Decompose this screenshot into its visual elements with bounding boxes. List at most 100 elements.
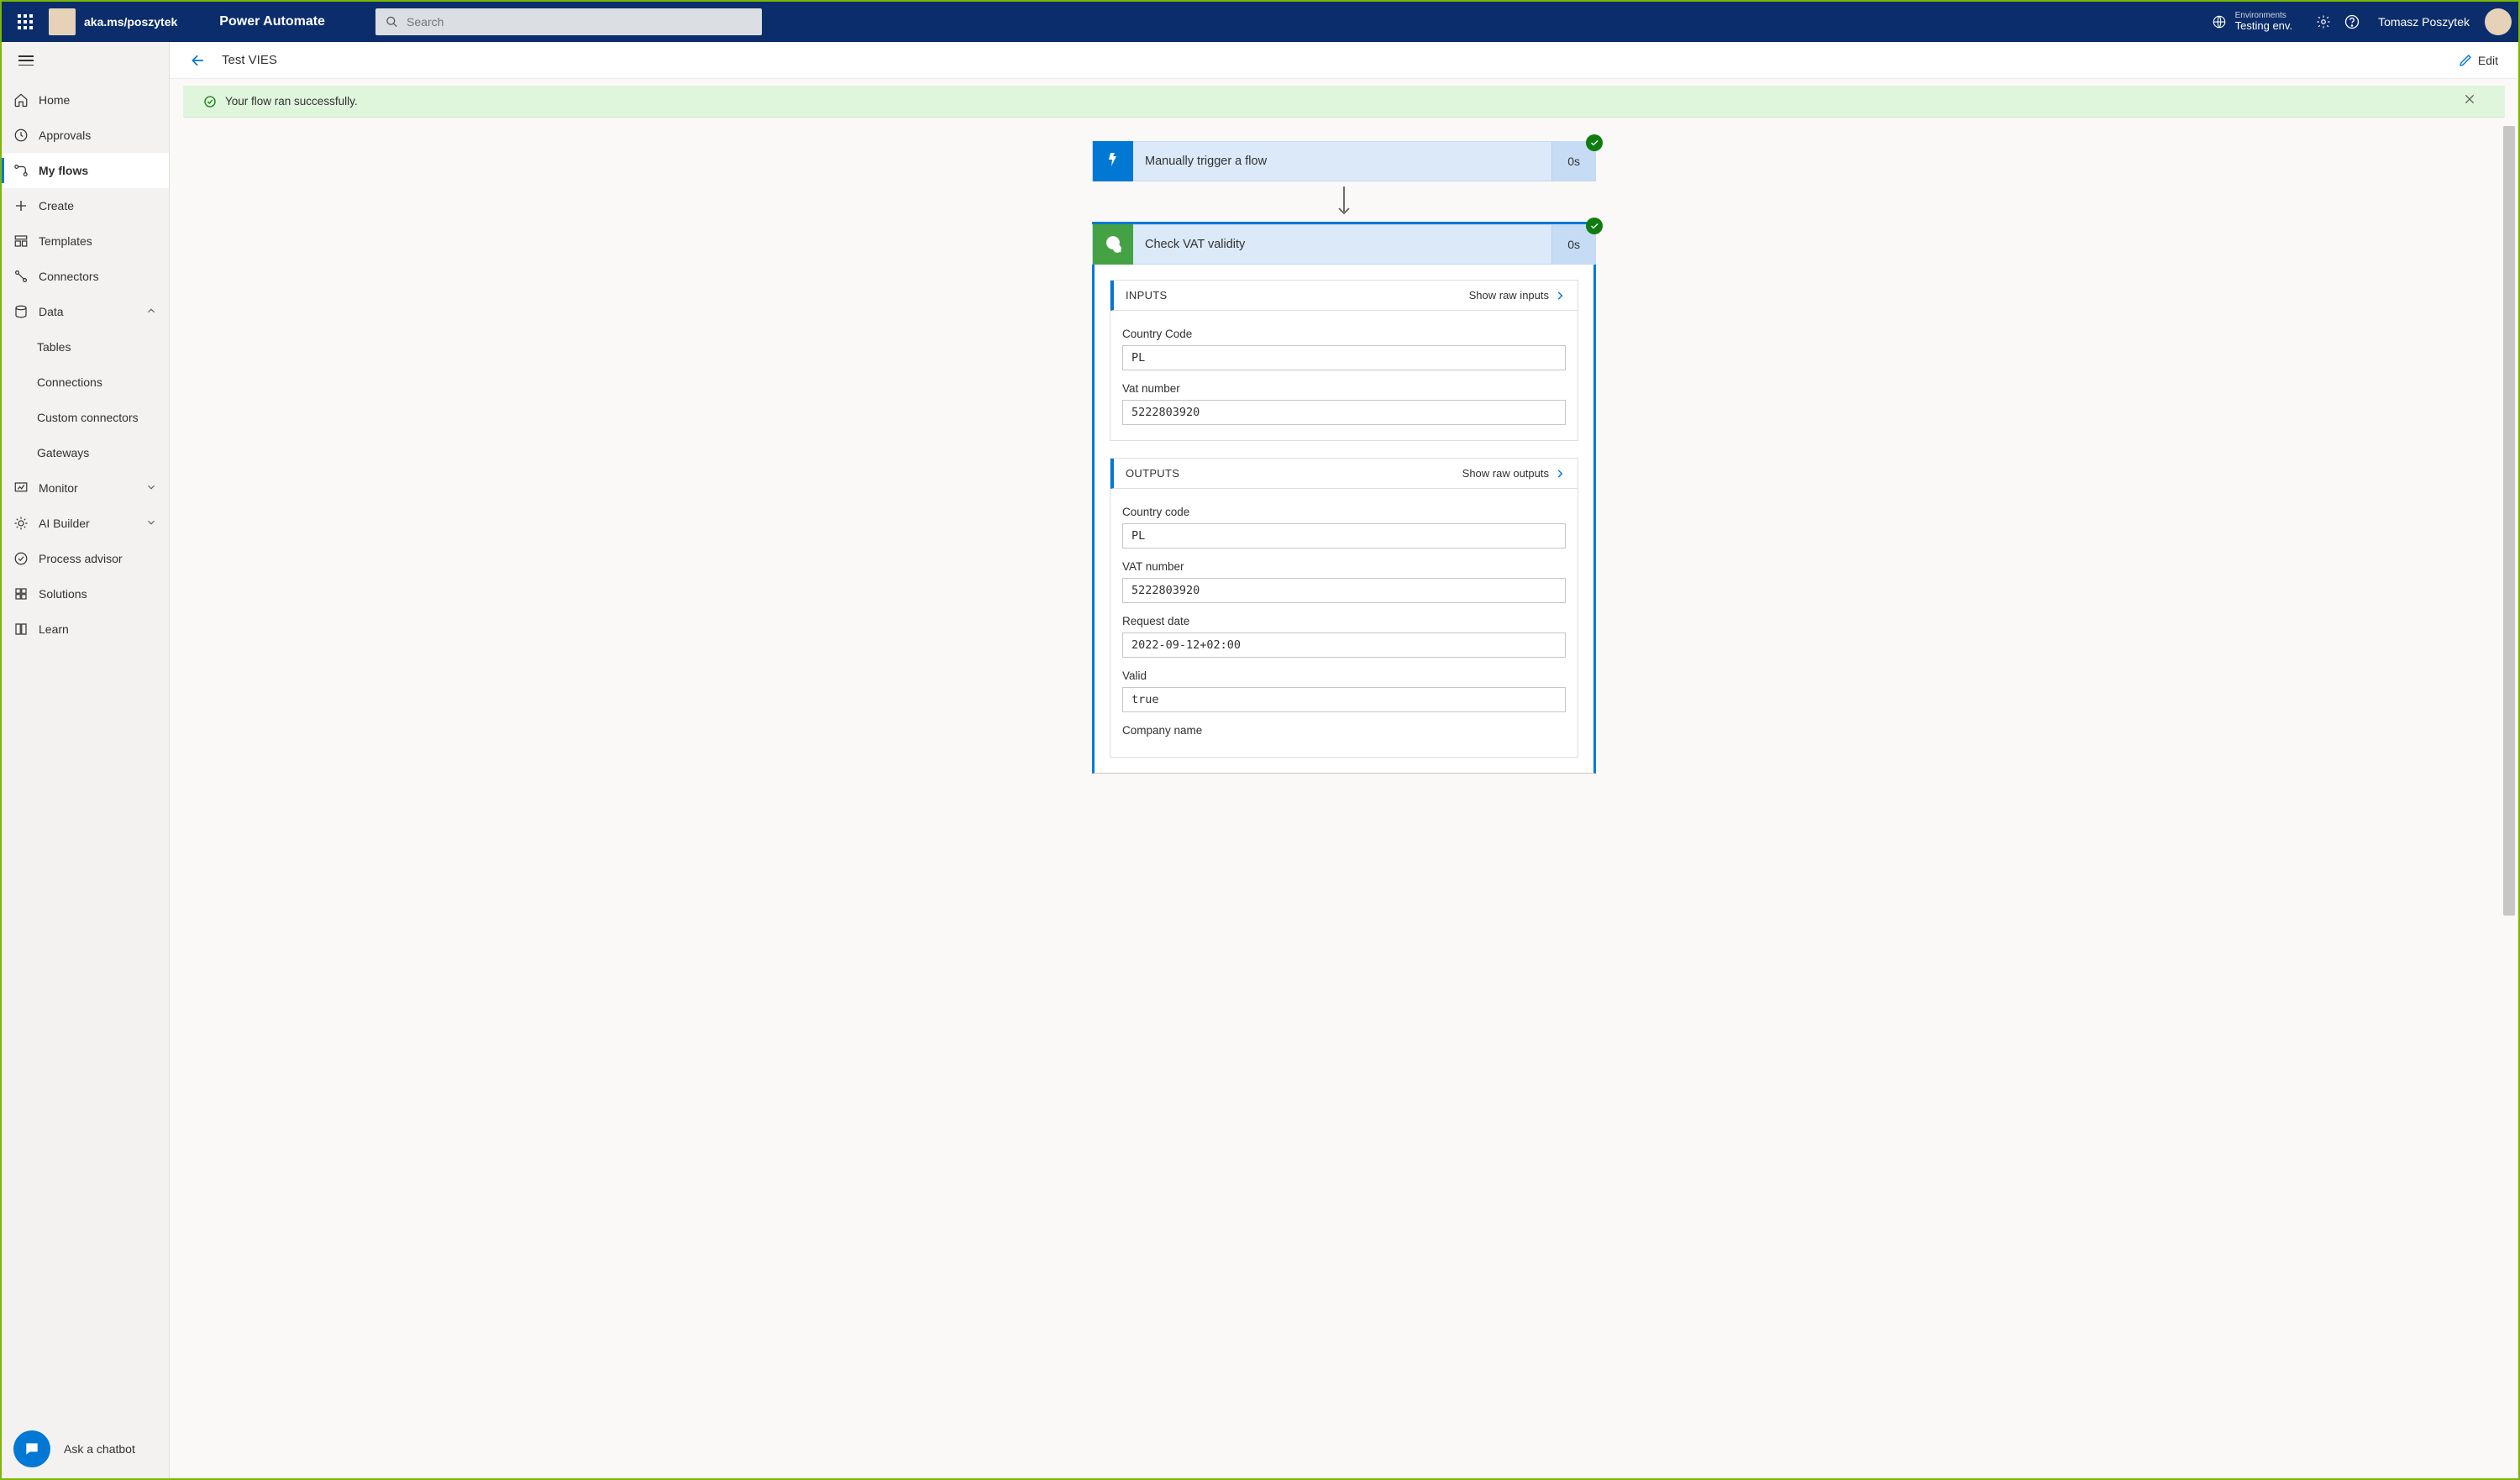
- settings-button[interactable]: [2309, 8, 2338, 36]
- sidebar-item-label: Process advisor: [39, 552, 123, 565]
- flows-icon: [13, 163, 29, 178]
- page-title: Test VIES: [222, 53, 277, 67]
- page-header: Test VIES Edit: [170, 42, 2518, 79]
- banner-text: Your flow ran successfully.: [225, 95, 358, 108]
- sidebar-item-solutions[interactable]: Solutions: [2, 576, 169, 611]
- plus-icon: [13, 198, 29, 213]
- field-value: 5222803920: [1122, 400, 1566, 425]
- outputs-section: OUTPUTS Show raw outputs Country code PL…: [1110, 458, 1578, 758]
- close-icon: [2463, 92, 2476, 106]
- sidebar-item-templates[interactable]: Templates: [2, 223, 169, 259]
- inputs-section: INPUTS Show raw inputs Country Code PL V…: [1110, 280, 1578, 441]
- templates-icon: [13, 234, 29, 249]
- sidebar-item-label: Approvals: [39, 129, 91, 142]
- sidebar-item-create[interactable]: Create: [2, 188, 169, 223]
- sidebar-item-label: Create: [39, 199, 74, 213]
- sidebar-item-label: Solutions: [39, 587, 87, 601]
- sidebar-item-gateways[interactable]: Gateways: [2, 435, 169, 470]
- field-value: true: [1122, 687, 1566, 712]
- search-icon: [386, 15, 398, 29]
- sidebar-item-data[interactable]: Data: [2, 294, 169, 329]
- sidebar-item-connectors[interactable]: Connectors: [2, 259, 169, 294]
- sidebar-item-ai-builder[interactable]: AI Builder: [2, 506, 169, 541]
- sidebar-item-process-advisor[interactable]: Process advisor: [2, 541, 169, 576]
- raw-outputs-text: Show raw outputs: [1462, 467, 1549, 480]
- success-icon: [203, 95, 217, 108]
- sidebar-item-label: Tables: [37, 340, 71, 354]
- chat-icon: [24, 1441, 40, 1457]
- sidebar-item-label: My flows: [39, 164, 88, 177]
- user-name[interactable]: Tomasz Poszytek: [2378, 15, 2470, 29]
- field-value: 2022-09-12+02:00: [1122, 632, 1566, 658]
- show-raw-inputs-button[interactable]: Show raw inputs: [1469, 289, 1566, 302]
- search-box[interactable]: [375, 8, 762, 35]
- field-value: PL: [1122, 345, 1566, 370]
- sidebar-item-home[interactable]: Home: [2, 82, 169, 118]
- edit-label: Edit: [2478, 54, 2498, 67]
- scrollbar-thumb[interactable]: [2503, 126, 2515, 916]
- chevron-down-icon: [145, 481, 157, 496]
- trigger-step[interactable]: Manually trigger a flow 0s: [1092, 141, 1596, 181]
- chatbot-button[interactable]: [13, 1430, 50, 1467]
- main-content: Test VIES Edit Your flow ran successfull…: [170, 42, 2518, 1478]
- sidebar-item-my-flows[interactable]: My flows: [2, 153, 169, 188]
- search-input[interactable]: [407, 15, 752, 29]
- edit-button[interactable]: Edit: [2458, 53, 2498, 68]
- monitor-icon: [13, 480, 29, 496]
- field-label: Country Code: [1122, 328, 1566, 340]
- waffle-icon: [18, 14, 33, 29]
- chatbot-label: Ask a chatbot: [64, 1442, 135, 1456]
- environment-name: Testing env.: [2235, 20, 2292, 32]
- sidebar-item-learn[interactable]: Learn: [2, 611, 169, 647]
- chatbot-row[interactable]: Ask a chatbot: [2, 1420, 169, 1478]
- nav-toggle[interactable]: [2, 42, 169, 79]
- step-title: Check VAT validity: [1145, 238, 1245, 251]
- arrow-left-icon: [190, 52, 207, 69]
- chevron-right-icon: [1554, 468, 1566, 480]
- sidebar-item-tables[interactable]: Tables: [2, 329, 169, 365]
- sidebar-item-monitor[interactable]: Monitor: [2, 470, 169, 506]
- connectors-icon: [13, 269, 29, 284]
- action-step[interactable]: Check VAT validity 0s INPUTS Show raw in…: [1092, 222, 1596, 774]
- field-label: Vat number: [1122, 382, 1566, 395]
- sidebar-item-custom-connectors[interactable]: Custom connectors: [2, 400, 169, 435]
- raw-inputs-text: Show raw inputs: [1469, 289, 1549, 302]
- gear-icon: [2316, 14, 2331, 29]
- step-title: Manually trigger a flow: [1145, 155, 1267, 168]
- field-label: Valid: [1122, 669, 1566, 682]
- book-icon: [13, 622, 29, 637]
- app-launcher[interactable]: [8, 5, 42, 39]
- short-link[interactable]: aka.ms/poszytek: [84, 15, 177, 29]
- home-icon: [13, 92, 29, 108]
- globe-icon: [2212, 14, 2227, 29]
- success-badge: [1586, 218, 1603, 234]
- field-label: Request date: [1122, 615, 1566, 627]
- inputs-label: INPUTS: [1126, 289, 1167, 302]
- chevron-right-icon: [1554, 290, 1566, 302]
- sidebar-item-label: Connectors: [39, 270, 99, 283]
- process-icon: [13, 551, 29, 566]
- user-avatar[interactable]: [2485, 8, 2512, 35]
- approvals-icon: [13, 128, 29, 143]
- sidebar-item-label: Learn: [39, 622, 69, 636]
- help-button[interactable]: [2338, 8, 2366, 36]
- environment-picker[interactable]: Environments Testing env.: [2212, 11, 2292, 32]
- connector-arrow-icon: [1336, 186, 1352, 217]
- sidebar-item-label: Gateways: [37, 446, 89, 459]
- sidebar-item-label: AI Builder: [39, 517, 90, 530]
- sidebar-item-connections[interactable]: Connections: [2, 365, 169, 400]
- field-label: Company name: [1122, 724, 1566, 737]
- back-button[interactable]: [190, 52, 207, 69]
- show-raw-outputs-button[interactable]: Show raw outputs: [1462, 467, 1566, 480]
- outputs-label: OUTPUTS: [1126, 467, 1179, 480]
- field-label: VAT number: [1122, 560, 1566, 573]
- app-brand: Power Automate: [219, 14, 325, 29]
- field-label: Country code: [1122, 506, 1566, 518]
- sidebar-item-label: Monitor: [39, 481, 78, 495]
- sidebar-item-label: Data: [39, 305, 64, 318]
- banner-close-button[interactable]: [2463, 92, 2485, 110]
- sidebar-item-approvals[interactable]: Approvals: [2, 118, 169, 153]
- success-badge: [1586, 134, 1603, 151]
- trigger-icon: [1093, 141, 1133, 181]
- sidebar-item-label: Home: [39, 93, 70, 107]
